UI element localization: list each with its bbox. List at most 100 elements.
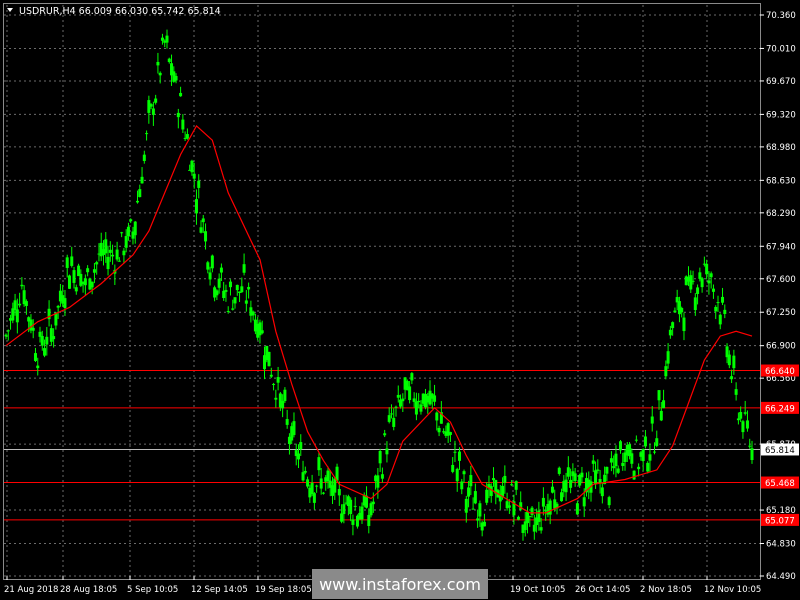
candle-body	[326, 470, 330, 482]
candle-body	[154, 98, 158, 103]
candle-body	[600, 487, 604, 497]
candle-body	[104, 239, 108, 254]
candle-body	[145, 133, 149, 135]
candle-body	[160, 37, 164, 41]
candle-body	[244, 300, 248, 304]
candle-body	[285, 419, 289, 425]
candle-body	[174, 76, 178, 81]
candle-body	[111, 254, 115, 257]
candle-body	[385, 448, 389, 455]
candle-body	[222, 290, 226, 299]
candle-body	[181, 119, 185, 130]
candle-body	[90, 281, 94, 288]
candle-body	[210, 255, 214, 269]
candle-body	[310, 482, 314, 495]
candle-body	[743, 412, 747, 414]
candle-body	[215, 290, 219, 296]
candle-body	[274, 397, 278, 400]
candle-body	[435, 412, 439, 421]
level-label: 66.249	[765, 404, 795, 414]
candle-body	[721, 296, 725, 303]
candle-body	[469, 475, 473, 487]
candle-body	[659, 410, 663, 421]
x-tick-label: 28 Aug 18:05	[60, 585, 117, 595]
watermark-text: www.instaforex.com	[319, 575, 481, 594]
candle-body	[714, 306, 718, 312]
candle-body	[312, 493, 316, 503]
candle-body	[258, 322, 262, 336]
candle-body	[92, 269, 96, 273]
candle-body	[72, 270, 76, 283]
candle-body	[340, 513, 344, 522]
candle-body	[605, 466, 609, 474]
candle-body	[52, 336, 56, 340]
candle-body	[709, 273, 713, 278]
candle-body	[133, 221, 137, 236]
candle-body	[539, 527, 543, 531]
candle-body	[616, 468, 620, 473]
candle-body	[65, 257, 69, 268]
candle-body	[476, 518, 480, 521]
candle-body	[734, 389, 738, 395]
candle-body	[417, 400, 421, 403]
y-tick-label: 66.900	[766, 342, 796, 352]
candle-body	[503, 475, 507, 483]
candle-body	[741, 421, 745, 433]
candle-body	[401, 398, 405, 402]
candle-body	[657, 390, 661, 401]
candle-body	[482, 521, 486, 527]
candle-body	[378, 451, 382, 464]
candle-body	[516, 516, 520, 520]
candle-body	[67, 275, 71, 289]
candle-body	[464, 498, 468, 513]
y-tick-label: 69.320	[766, 110, 796, 120]
candle-body	[380, 474, 384, 479]
candle-body	[156, 61, 160, 66]
candle-body	[124, 236, 128, 248]
candle-body	[317, 457, 321, 471]
candle-body	[716, 302, 720, 304]
candle-body	[228, 281, 232, 288]
candle-body	[460, 481, 464, 490]
candle-body	[197, 180, 201, 188]
candle-body	[387, 415, 391, 422]
candle-body	[596, 469, 600, 471]
candle-body	[618, 441, 622, 451]
candle-body	[582, 497, 586, 507]
candle-body	[569, 479, 573, 488]
candle-body	[342, 504, 346, 515]
candle-body	[251, 311, 255, 316]
candle-body	[383, 433, 387, 436]
candle-body	[337, 489, 341, 496]
y-tick-label: 69.670	[766, 77, 796, 87]
candle-body	[612, 466, 616, 469]
candle-body	[83, 278, 87, 286]
candle-body	[269, 374, 273, 377]
candle-body	[408, 386, 412, 401]
y-tick-label: 64.830	[766, 540, 796, 550]
candle-body	[267, 351, 271, 367]
candle-body	[453, 451, 457, 453]
candle-body	[63, 298, 67, 309]
candle-body	[204, 231, 208, 242]
x-tick-label: 12 Sep 14:05	[191, 585, 248, 595]
candle-body	[739, 412, 743, 419]
candle-body	[560, 492, 564, 502]
price-chart[interactable]: 70.360 70.010 69.670 69.320 68.980 68.630 68.2…	[0, 0, 800, 600]
candle-body	[437, 427, 441, 433]
chart-header[interactable]: USDRUR,H4 66.009 66.030 65.742 65.814	[7, 6, 221, 17]
candle-body	[410, 373, 414, 381]
candle-body	[707, 280, 711, 284]
candle-body	[13, 300, 17, 311]
candle-body	[276, 377, 280, 383]
candle-body	[31, 327, 35, 331]
candle-body	[70, 256, 74, 266]
candle-body	[392, 417, 396, 427]
candle-body	[510, 484, 514, 486]
candle-body	[217, 278, 221, 288]
candle-body	[607, 497, 611, 506]
candle-body	[711, 288, 715, 292]
candle-body	[11, 308, 15, 321]
y-tick-label: 68.980	[766, 143, 796, 153]
candle-body	[319, 478, 323, 489]
